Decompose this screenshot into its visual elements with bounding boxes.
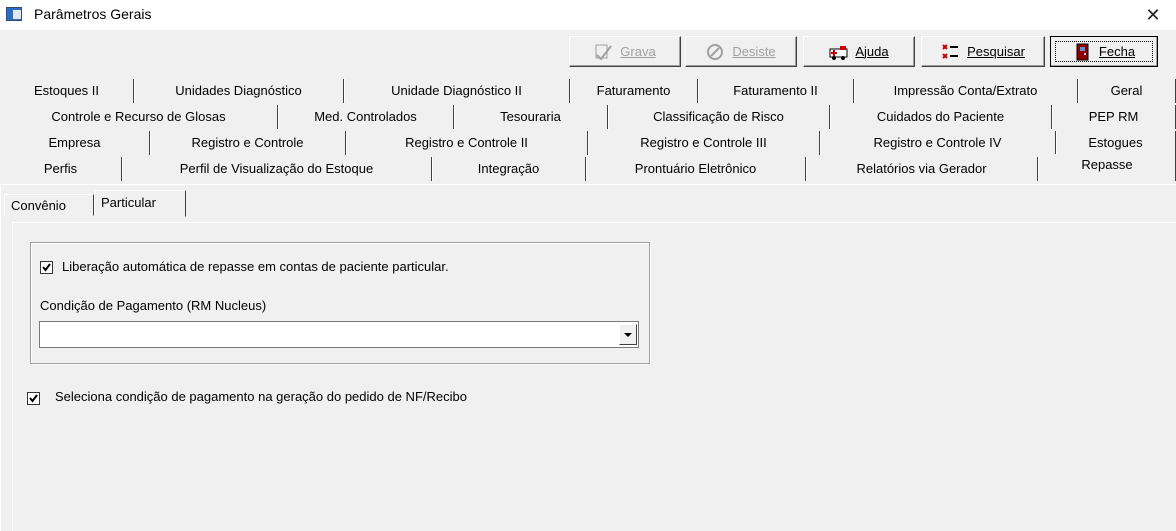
tab-controle-recurso-glosas[interactable]: Controle e Recurso de Glosas (0, 105, 278, 129)
tab-tesouraria[interactable]: Tesouraria (454, 105, 608, 129)
tab-row-1: Estoques II Unidades Diagnóstico Unidade… (0, 79, 1176, 103)
tab-registro-controle-iii[interactable]: Registro e Controle III (588, 131, 820, 155)
save-icon (594, 43, 614, 61)
tab-registro-controle-iv[interactable]: Registro e Controle IV (820, 131, 1056, 155)
tab-registro-controle[interactable]: Registro e Controle (150, 131, 346, 155)
ambulance-icon (829, 43, 849, 61)
cancel-icon (706, 43, 726, 61)
ajuda-button[interactable]: Ajuda (803, 36, 915, 67)
focus-rect (1055, 41, 1153, 62)
door-exit-icon (1073, 43, 1093, 61)
tab-relatorios-via-gerador[interactable]: Relatórios via Gerador (806, 157, 1038, 181)
tab-faturamento[interactable]: Faturamento (570, 79, 698, 103)
tab-perfis[interactable]: Perfis (0, 157, 122, 181)
tab-empresa[interactable]: Empresa (0, 131, 150, 155)
ajuda-label: Ajuda (855, 44, 889, 59)
title-bar: Parâmetros Gerais ✕ (0, 0, 1176, 30)
grava-button[interactable]: Grava (569, 36, 681, 67)
seleciona-label: Seleciona condição de pagamento na geraç… (55, 389, 467, 404)
condicao-select[interactable] (39, 321, 639, 348)
window-title: Parâmetros Gerais (34, 6, 152, 22)
tab-faturamento-ii[interactable]: Faturamento II (698, 79, 854, 103)
grava-label: Grava (620, 44, 656, 59)
desiste-button[interactable]: Desiste (685, 36, 797, 67)
liberacao-label: Liberação automática de repasse em conta… (62, 259, 449, 274)
tab-cuidados-paciente[interactable]: Cuidados do Paciente (830, 105, 1052, 129)
tab-row-4: Perfis Perfil de Visualização do Estoque… (0, 154, 1176, 181)
close-icon[interactable]: ✕ (1130, 0, 1176, 30)
desiste-label: Desiste (732, 44, 776, 59)
condicao-label: Condição de Pagamento (RM Nucleus) (40, 298, 267, 313)
tab-pep-rm[interactable]: PEP RM (1052, 105, 1176, 129)
chevron-down-icon[interactable] (619, 324, 637, 345)
search-list-icon (941, 43, 961, 61)
tab-unidade-diagnostico-ii[interactable]: Unidade Diagnóstico II (344, 79, 570, 103)
tab-estoques-ii[interactable]: Estoques II (0, 79, 134, 103)
tab-integracao[interactable]: Integração (432, 157, 586, 181)
tab-geral[interactable]: Geral (1078, 79, 1176, 103)
tab-impressao-conta-extrato[interactable]: Impressão Conta/Extrato (854, 79, 1078, 103)
tab-med-controlados[interactable]: Med. Controlados (278, 105, 454, 129)
seleciona-checkbox[interactable] (27, 392, 40, 405)
tab-registro-controle-ii[interactable]: Registro e Controle II (346, 131, 588, 155)
toolbar: Grava Desiste Ajuda Pesquisar Fecha (0, 30, 1176, 72)
liberacao-checkbox[interactable] (40, 261, 53, 274)
tab-row-2: Controle e Recurso de Glosas Med. Contro… (0, 105, 1176, 129)
pesquisar-label: Pesquisar (967, 44, 1025, 59)
tab-perfil-visualizacao-estoque[interactable]: Perfil de Visualização do Estoque (122, 157, 432, 181)
pesquisar-button[interactable]: Pesquisar (921, 36, 1045, 67)
tab-row-3: Empresa Registro e Controle Registro e C… (0, 131, 1176, 155)
tab-repasse[interactable]: Repasse (1038, 154, 1176, 181)
subtab-convenio[interactable]: Convênio (4, 194, 94, 216)
tab-prontuario-eletronico[interactable]: Prontuário Eletrônico (586, 157, 806, 181)
subtab-particular[interactable]: Particular (94, 190, 186, 217)
fecha-button[interactable]: Fecha (1050, 36, 1158, 67)
tab-classificacao-risco[interactable]: Classificação de Risco (608, 105, 830, 129)
app-icon (6, 7, 22, 21)
tab-estogues[interactable]: Estogues (1056, 131, 1176, 155)
tab-unidades-diagnostico[interactable]: Unidades Diagnóstico (134, 79, 344, 103)
